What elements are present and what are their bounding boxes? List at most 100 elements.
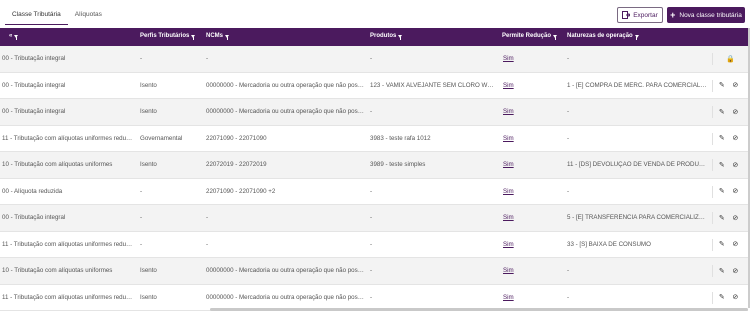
tab-bar: Classe Tributária Alíquotas [5, 8, 109, 25]
cell-produtos: - [370, 55, 373, 62]
cell-permite-reducao-link[interactable]: Sim [503, 214, 528, 221]
row-actions: ✎ ⊘ [712, 159, 742, 171]
edit-icon[interactable]: ✎ [719, 82, 725, 89]
cell-naturezas: 1 - [E] COMPRA DE MERC. PARA COMERCIALIZ… [567, 81, 707, 89]
cell-naturezas: - [567, 108, 570, 115]
cell-ncms: - [206, 240, 209, 248]
plus-icon: + [670, 9, 676, 20]
tab-aliquotas[interactable]: Alíquotas [68, 8, 109, 25]
row-actions: ✎ ⊘ [712, 212, 742, 224]
cell-produtos: - [370, 267, 373, 274]
lock-icon: 🔒 [726, 55, 735, 63]
new-classe-label: Nova classe tributária [679, 11, 742, 19]
header-perfis[interactable]: Perfis Tributários [140, 33, 196, 40]
cell-permite-reducao-link[interactable]: Sim [503, 241, 528, 248]
cell-permite-reducao-link[interactable]: Sim [503, 108, 528, 115]
cell-permite-reducao-link[interactable]: Sim [503, 294, 528, 301]
cell-ncms: 22071090 - 22071090 +2 [206, 187, 276, 195]
edit-icon[interactable]: ✎ [719, 188, 725, 195]
cell-permite-reducao-link[interactable]: Sim [503, 55, 528, 62]
disable-icon[interactable]: ⊘ [732, 268, 738, 275]
header-produtos[interactable]: Produtos [370, 33, 403, 40]
table-header: « Perfis Tributários NCMs Produtos Permi… [0, 28, 748, 46]
edit-icon[interactable]: ✎ [719, 268, 725, 275]
edit-icon[interactable]: ✎ [719, 109, 725, 116]
cell-ncms: 00000000 - Mercadoria ou outra operação … [206, 293, 364, 301]
cell-naturezas: 5 - [E] TRANSFERÊNCIA PARA COMERCIALIZAÇ… [567, 214, 707, 221]
cell-perfis: Isento [140, 81, 157, 89]
filter-icon[interactable] [191, 34, 196, 40]
header-reducao[interactable]: Permite Redução [502, 33, 558, 40]
cell-permite-reducao-link[interactable]: Sim [503, 135, 528, 142]
table-row[interactable]: 00 - Alíquota reduzida - 22071090 - 220710… [0, 178, 748, 205]
cell-naturezas: 11 - [DS] DEVOLUÇÃO DE VENDA DE PRODUTOS [567, 161, 707, 168]
filter-icon[interactable] [225, 34, 230, 40]
cell-ncms: 00000000 - Mercadoria ou outra operação … [206, 108, 364, 115]
table-row[interactable]: 00 - Tributação integral Isento 00000000 -… [0, 99, 748, 126]
edit-icon[interactable]: ✎ [719, 241, 725, 248]
cell-classe: 00 - Alíquota reduzida [2, 187, 63, 195]
table-row[interactable]: 10 - Tributação com alíquotas uniformes I… [0, 258, 748, 285]
disable-icon[interactable]: ⊘ [732, 109, 738, 116]
header-ncms[interactable]: NCMs [206, 33, 230, 40]
filter-icon[interactable] [14, 34, 19, 40]
export-button[interactable]: Exportar [617, 7, 663, 23]
filter-icon[interactable] [634, 34, 639, 40]
cell-naturezas: 33 - [S] BAIXA DE CONSUMO [567, 240, 651, 248]
header-perfis-label: Perfis Tributários [140, 33, 190, 39]
horizontal-scrollbar[interactable] [210, 308, 748, 311]
row-actions: ✎ ⊘ [712, 79, 742, 92]
table-row[interactable]: 00 - Tributação integral - - - Sim 5 - [E] TR… [0, 205, 748, 232]
table-row[interactable]: 11 - Tributação com alíquotas uniformes … [0, 125, 748, 152]
cell-naturezas: - [567, 293, 570, 301]
filter-icon[interactable] [398, 34, 403, 40]
cell-classe: 00 - Tributação integral [2, 214, 66, 221]
header-naturezas-label: Naturezas de operação [567, 33, 633, 39]
row-actions: ✎ ⊘ [712, 238, 742, 251]
disable-icon[interactable]: ⊘ [732, 294, 738, 301]
cell-perfis: Isento [140, 267, 157, 274]
cell-produtos: - [370, 214, 373, 221]
tab-classe-tributaria[interactable]: Classe Tributária [5, 8, 68, 25]
cell-permite-reducao-link[interactable]: Sim [503, 82, 528, 89]
cell-classe: 10 - Tributação com alíquotas uniformes [2, 267, 113, 274]
cell-naturezas: - [567, 187, 570, 195]
cell-permite-reducao-link[interactable]: Sim [503, 161, 528, 168]
cell-produtos: 123 - VAMIX ALVEJANTE SEM CLORO WHITE 5L [370, 81, 497, 89]
header-reducao-label: Permite Redução [502, 33, 552, 39]
disable-icon[interactable]: ⊘ [732, 215, 738, 222]
disable-icon[interactable]: ⊘ [732, 82, 738, 89]
table-row[interactable]: 10 - Tributação com alíquotas uniformes I… [0, 152, 748, 179]
filter-icon[interactable] [553, 34, 558, 40]
cell-classe: 00 - Tributação integral [2, 81, 66, 89]
cell-ncms: 22071090 - 22071090 [206, 134, 267, 142]
cell-permite-reducao-link[interactable]: Sim [503, 267, 528, 274]
cell-perfis: - [140, 240, 143, 248]
row-actions: ✎ ⊘ [712, 291, 742, 304]
disable-icon[interactable]: ⊘ [732, 135, 738, 142]
header-ncms-label: NCMs [206, 33, 224, 39]
cell-permite-reducao-link[interactable]: Sim [503, 188, 528, 195]
edit-icon[interactable]: ✎ [719, 294, 725, 301]
disable-icon[interactable]: ⊘ [732, 241, 738, 248]
edit-icon[interactable]: ✎ [719, 162, 725, 169]
new-classe-button[interactable]: + Nova classe tributária [667, 7, 745, 23]
cell-classe: 11 - Tributação com alíquotas uniformes … [2, 134, 135, 142]
export-label: Exportar [633, 11, 658, 19]
disable-icon[interactable]: ⊘ [732, 188, 738, 195]
cell-ncms: 00000000 - Mercadoria ou outra operação … [206, 81, 364, 89]
cell-produtos: 3983 - teste rafa 1012 [370, 134, 431, 142]
cell-classe: 00 - Tributação integral [2, 108, 66, 115]
header-naturezas[interactable]: Naturezas de operação [567, 33, 639, 40]
cell-produtos: - [370, 187, 373, 195]
table-row[interactable]: 00 - Tributação integral - - - Sim - 🔒 [0, 46, 748, 73]
edit-icon[interactable]: ✎ [719, 215, 725, 222]
cell-naturezas: - [567, 134, 570, 142]
collapse-columns-button[interactable]: « [9, 33, 19, 40]
disable-icon[interactable]: ⊘ [732, 162, 738, 169]
table-row[interactable]: 00 - Tributação integral Isento 00000000 -… [0, 72, 748, 99]
cell-ncms: 22072019 - 22072019 [206, 161, 267, 168]
table-row[interactable]: 11 - Tributação com alíquotas uniformes … [0, 231, 748, 258]
edit-icon[interactable]: ✎ [719, 135, 725, 142]
collapse-icon: « [9, 33, 13, 39]
